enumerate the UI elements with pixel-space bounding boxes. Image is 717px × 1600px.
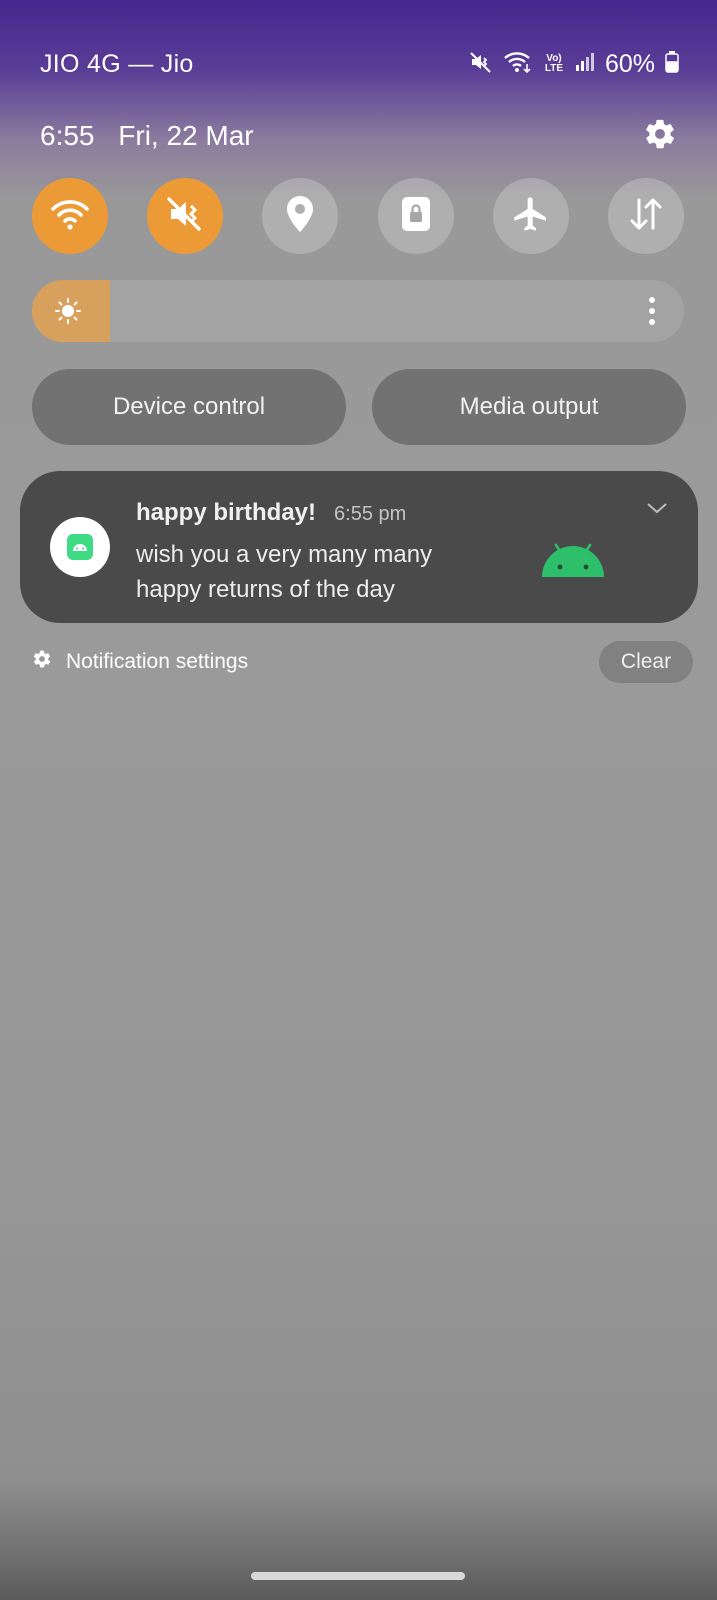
home-gesture-bar[interactable] (251, 1572, 465, 1580)
tile-location[interactable] (262, 178, 339, 254)
notification-title: happy birthday! (136, 499, 317, 526)
battery-percent: 60% (604, 49, 655, 78)
tile-sound[interactable] (147, 178, 224, 254)
media-output-button[interactable]: Media output (372, 369, 686, 445)
chevron-down-icon[interactable] (646, 501, 668, 520)
android-robot-icon (540, 539, 606, 584)
mute-vibrate-icon (165, 194, 205, 239)
notification-header: happy birthday! 6:55 pm (136, 499, 406, 527)
notification-settings-label: Notification settings (66, 650, 249, 673)
status-bar: JIO 4G — Jio Vo) LTE 60% (40, 46, 679, 82)
tile-secure-folder[interactable] (377, 178, 454, 254)
quick-settings-row (32, 178, 684, 254)
lock-folder-icon (400, 195, 432, 238)
notification-body: wish you a very many many happy returns … (136, 537, 496, 607)
tile-wifi[interactable] (32, 178, 108, 254)
gear-icon[interactable] (643, 117, 677, 156)
clock-time[interactable]: 6:55 (40, 120, 95, 151)
datetime: 6:55 Fri, 22 Mar (40, 120, 254, 152)
signal-icon (575, 51, 595, 78)
mute-icon (469, 50, 493, 79)
notification-time: 6:55 pm (334, 503, 407, 525)
brightness-slider[interactable] (32, 280, 684, 342)
notification-body-line: wish you a very many many (136, 541, 433, 568)
volte-icon: Vo) LTE (544, 53, 564, 74)
gear-icon (32, 649, 52, 675)
datetime-row: 6:55 Fri, 22 Mar (40, 114, 677, 158)
tile-mobile-data[interactable] (607, 178, 684, 254)
notification-settings-button[interactable]: Notification settings (32, 649, 248, 675)
wifi-icon (503, 50, 533, 79)
date-label[interactable]: Fri, 22 Mar (118, 120, 253, 151)
sun-icon (54, 297, 82, 330)
notification-body-line: happy returns of the day (136, 576, 395, 603)
system-icons: Vo) LTE 60% (469, 50, 679, 79)
wifi-icon (50, 197, 90, 236)
airplane-icon (511, 194, 551, 239)
tile-airplane-mode[interactable] (492, 178, 569, 254)
location-pin-icon (284, 194, 316, 239)
battery-icon (665, 50, 679, 78)
carrier-label: JIO 4G — Jio (40, 49, 194, 78)
android-app-icon (50, 517, 110, 577)
device-control-button[interactable]: Device control (32, 369, 346, 445)
clear-button[interactable]: Clear (599, 641, 693, 683)
notification-footer: Notification settings Clear (32, 640, 693, 684)
more-vertical-icon[interactable] (648, 296, 656, 331)
data-arrows-icon (626, 194, 666, 239)
control-pills: Device control Media output (32, 369, 686, 445)
notification-card[interactable]: happy birthday! 6:55 pm wish you a very … (20, 471, 698, 623)
